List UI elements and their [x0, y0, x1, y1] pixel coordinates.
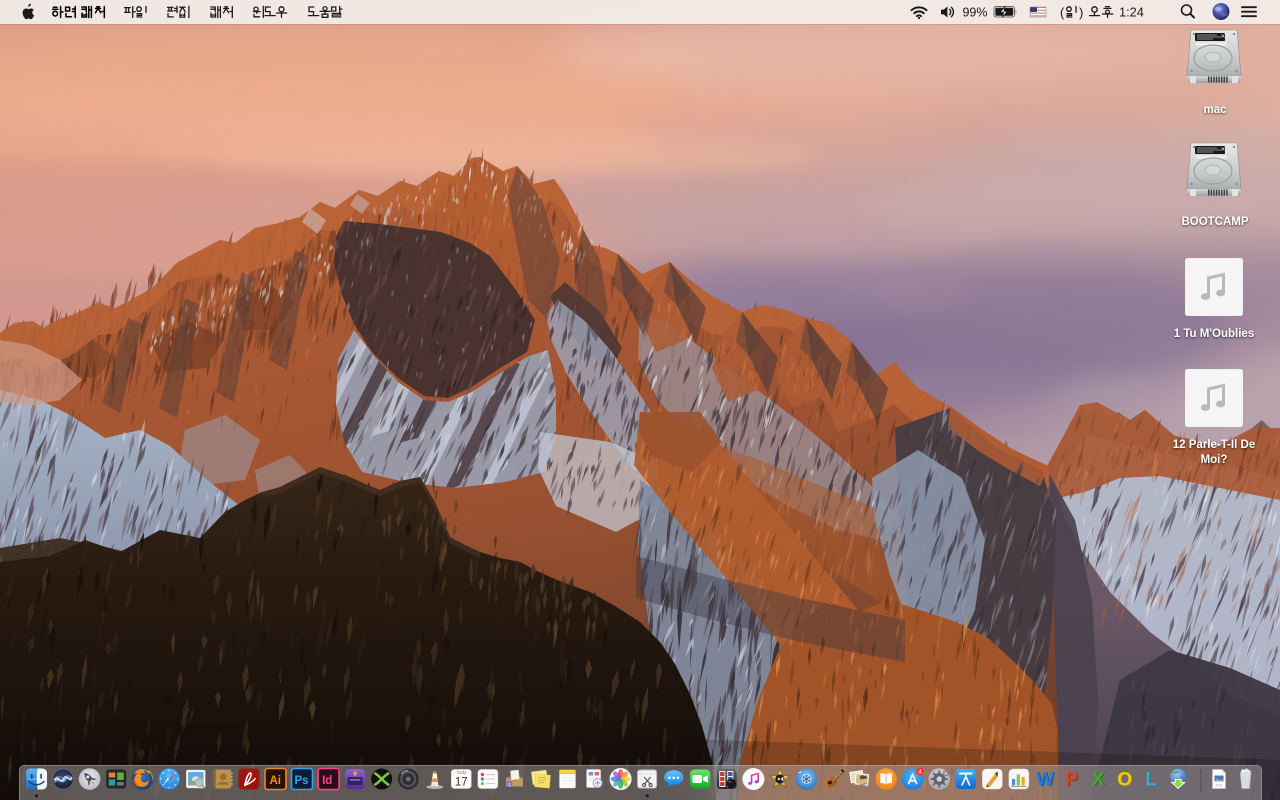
svg-text:Id: Id — [322, 775, 332, 787]
svg-text:O: O — [1117, 769, 1132, 790]
svg-text:99%: 99% — [962, 6, 987, 20]
svg-text:4: 4 — [919, 769, 922, 775]
svg-text:17: 17 — [455, 777, 468, 789]
svg-text:): ) — [1079, 5, 1083, 20]
svg-text:L: L — [1145, 769, 1157, 790]
svg-text:JPG: JPG — [1216, 784, 1223, 788]
svg-text:Ai: Ai — [270, 775, 282, 787]
svg-text:X: X — [1092, 769, 1105, 790]
svg-text:W: W — [1036, 769, 1054, 790]
svg-text:Ps: Ps — [295, 775, 309, 787]
svg-text:SUN: SUN — [457, 770, 466, 775]
svg-text:(: ( — [1060, 5, 1065, 20]
svg-text:P: P — [1065, 769, 1078, 790]
svg-text:Q: Q — [508, 782, 512, 787]
svg-text:1:24: 1:24 — [1119, 5, 1144, 20]
